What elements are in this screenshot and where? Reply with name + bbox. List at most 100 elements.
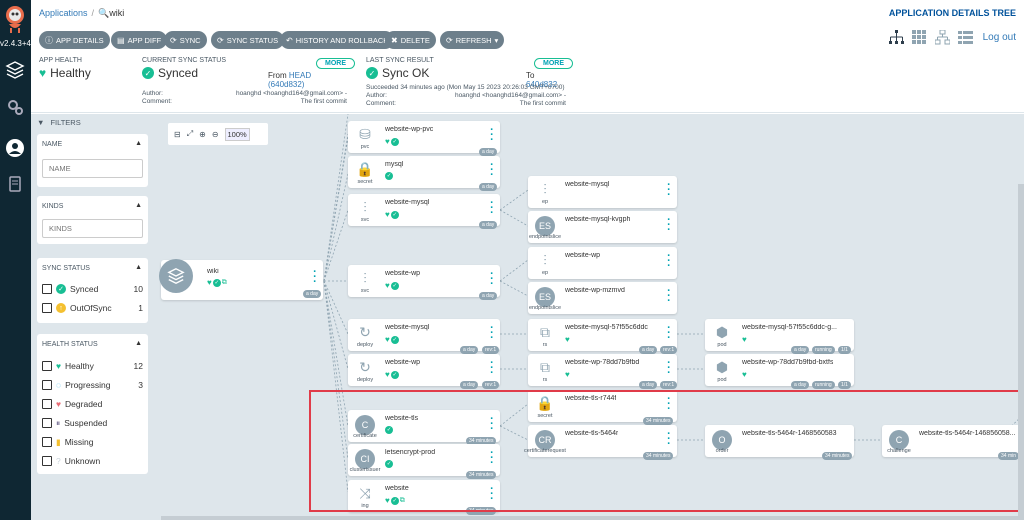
revision-tag: rev:1 xyxy=(482,346,500,354)
sync-status-icon: ⟳ xyxy=(217,35,224,45)
sync-branch-link[interactable]: HEAD xyxy=(289,71,311,80)
user-icon[interactable] xyxy=(5,138,25,158)
check-circle-icon: ✓ xyxy=(390,281,399,290)
node-name: website-mysql-57f55c6ddc-g... xyxy=(742,324,837,331)
node-wp-endpointslice[interactable]: ES endpointslice website-wp-mzmvd · · · xyxy=(528,282,677,314)
heart-icon: ♥ xyxy=(207,278,212,287)
refresh-button[interactable]: ⟳ REFRESH ▾ xyxy=(440,31,505,49)
node-name: website-wp-mzmvd xyxy=(565,287,625,294)
kebab-menu-icon[interactable]: · · · xyxy=(667,215,671,236)
delete-button[interactable]: ✖ DELETE xyxy=(385,31,436,49)
age-tag: a day xyxy=(479,221,498,229)
node-name: mysql xyxy=(385,161,404,168)
node-kind: endpointslice xyxy=(528,234,562,240)
node-name: website-wp-pvc xyxy=(385,126,434,133)
endpointslice-icon: ES xyxy=(535,216,555,236)
app-diff-button[interactable]: ▤ APP DIFF xyxy=(111,31,168,49)
node-mysql-rs[interactable]: ⧉ rs website-mysql-57f55c6ddc ♥ · · · a da… xyxy=(528,319,678,354)
node-wp-ep[interactable]: ⫶ ep website-wp · · · xyxy=(528,247,677,279)
kebab-menu-icon[interactable]: · · · xyxy=(490,269,494,290)
svc-icon: ⫶ xyxy=(363,269,367,286)
revision-tag: rev:1 xyxy=(660,346,678,354)
zoom-in-icon[interactable]: ⊕ xyxy=(199,130,206,139)
node-wp-pod[interactable]: ⬢ pod website-wp-78dd7b9fbd-bxtfs ♥ a da… xyxy=(705,354,854,389)
node-kind: deploy xyxy=(356,377,374,383)
kebab-menu-icon[interactable]: · · · xyxy=(667,323,671,344)
last-sync-more-button[interactable]: MORE xyxy=(534,58,573,69)
settings-gear-icon[interactable] xyxy=(5,97,25,117)
node-mysql-svc[interactable]: ⫶ svc website-mysql ♥ ✓ · · · a day xyxy=(348,194,500,229)
running-tag: running xyxy=(812,381,835,389)
node-mysql-deploy[interactable]: ↻ deploy website-mysql ♥ ✓ · · · a day rev:… xyxy=(348,319,500,354)
ready-tag: 1/1 xyxy=(838,381,851,389)
node-name: website-wp-78dd7b9fbd-bxtfs xyxy=(742,359,834,366)
argo-logo[interactable] xyxy=(4,4,26,34)
node-status: ♥ ✓ xyxy=(385,137,399,146)
node-kind: pod xyxy=(717,342,727,348)
kebab-menu-icon[interactable]: · · · xyxy=(667,251,671,272)
horizontal-scrollbar[interactable] xyxy=(161,516,1021,520)
rs-icon: ⧉ xyxy=(540,358,550,375)
kebab-menu-icon[interactable]: · · · xyxy=(490,125,494,146)
applications-icon[interactable] xyxy=(5,60,25,80)
left-nav: v2.4.3+4 xyxy=(0,0,31,520)
node-name: website-mysql xyxy=(385,199,430,206)
node-mysql-endpointslice[interactable]: ES endpointslice website-mysql-kvgph · · · xyxy=(528,211,677,243)
external-link-icon[interactable]: ⧉ xyxy=(222,279,227,287)
node-mysql-ep[interactable]: ⫶ ep website-mysql · · · xyxy=(528,176,677,208)
kebab-menu-icon[interactable]: · · · xyxy=(490,160,494,181)
node-wp-pvc[interactable]: ⛁ pvc website-wp-pvc ♥ ✓ · · · a day xyxy=(348,121,500,156)
zoom-out-icon[interactable]: ⊖ xyxy=(212,130,219,139)
node-mysql-secret[interactable]: 🔒 secret mysql ✓ · · · a day xyxy=(348,156,500,191)
breadcrumb-applications[interactable]: Applications xyxy=(39,8,88,18)
node-wp-rs[interactable]: ⧉ rs website-wp-78dd7b9fbd ♥ · · · a day r… xyxy=(528,354,678,389)
info-icon: ⓘ xyxy=(45,35,53,45)
docs-icon[interactable] xyxy=(5,174,25,194)
revision-tag: rev:1 xyxy=(660,381,678,389)
tree-view-icon[interactable] xyxy=(888,30,904,45)
last-sync-author-row: Author: hoanghd <hoanghd164@gmail.com> - xyxy=(366,92,566,99)
kebab-menu-icon[interactable]: · · · xyxy=(667,358,671,379)
kebab-menu-icon[interactable]: · · · xyxy=(490,198,494,219)
logout-link[interactable]: Log out xyxy=(983,32,1016,43)
zoom-level: 100% xyxy=(224,127,250,141)
app-toolbar: ⓘ APP DETAILS ▤ APP DIFF ⟳ SYNC ⟳ SYNC STATU… xyxy=(31,28,1024,52)
kebab-menu-icon[interactable]: · · · xyxy=(667,286,671,307)
vertical-scrollbar[interactable] xyxy=(1018,184,1024,520)
fit-icon[interactable]: ⊟ xyxy=(174,130,181,139)
sync-commit-link[interactable]: (640d832) xyxy=(268,80,304,89)
kebab-menu-icon[interactable]: · · · xyxy=(313,267,317,288)
network-view-icon[interactable] xyxy=(934,29,951,45)
last-sync-succeeded: Succeeded 34 minutes ago (Mon May 15 202… xyxy=(366,84,565,91)
kebab-menu-icon[interactable]: · · · xyxy=(490,323,494,344)
node-name: website-mysql xyxy=(565,181,610,188)
expand-icon[interactable]: ⤢ xyxy=(187,129,193,139)
pods-view-icon[interactable] xyxy=(911,30,927,45)
age-tag: a day xyxy=(639,346,658,354)
check-circle-icon: ✓ xyxy=(390,370,399,379)
sync-comment-row: Comment: The first commit xyxy=(142,98,347,105)
history-rollback-button[interactable]: ↶ HISTORY AND ROLLBACK xyxy=(280,31,395,49)
node-mysql-pod[interactable]: ⬢ pod website-mysql-57f55c6ddc-g... ♥ a … xyxy=(705,319,854,354)
list-view-icon[interactable] xyxy=(957,30,973,45)
app-details-label: APP DETAILS xyxy=(56,35,104,45)
age-tag: a day xyxy=(639,381,658,389)
heart-icon: ♥ xyxy=(742,335,747,344)
deploy-icon: ↻ xyxy=(359,358,371,375)
chevron-down-icon: ▾ xyxy=(494,35,499,45)
app-details-button[interactable]: ⓘ APP DETAILS xyxy=(39,31,110,49)
age-tag: a day xyxy=(479,183,498,191)
node-kind: ep xyxy=(541,270,549,276)
node-status: ♥ xyxy=(742,335,747,344)
node-status: ✓ xyxy=(385,172,393,180)
sync-status-button[interactable]: ⟳ SYNC STATUS xyxy=(211,31,285,49)
node-wp-svc[interactable]: ⫶ svc website-wp ♥ ✓ · · · a day xyxy=(348,265,500,300)
sync-button[interactable]: ⟳ SYNC xyxy=(164,31,207,49)
node-wp-deploy[interactable]: ↻ deploy website-wp ♥ ✓ · · · a day rev:1 xyxy=(348,354,500,389)
from-prefix: From xyxy=(268,71,287,80)
kebab-menu-icon[interactable]: · · · xyxy=(667,180,671,201)
current-sync-more-button[interactable]: MORE xyxy=(316,58,355,69)
app-root-node[interactable]: wiki ♥ ✓ ⧉ · · · a day xyxy=(159,259,323,300)
sync-icon: ⟳ xyxy=(170,35,177,45)
kebab-menu-icon[interactable]: · · · xyxy=(490,358,494,379)
